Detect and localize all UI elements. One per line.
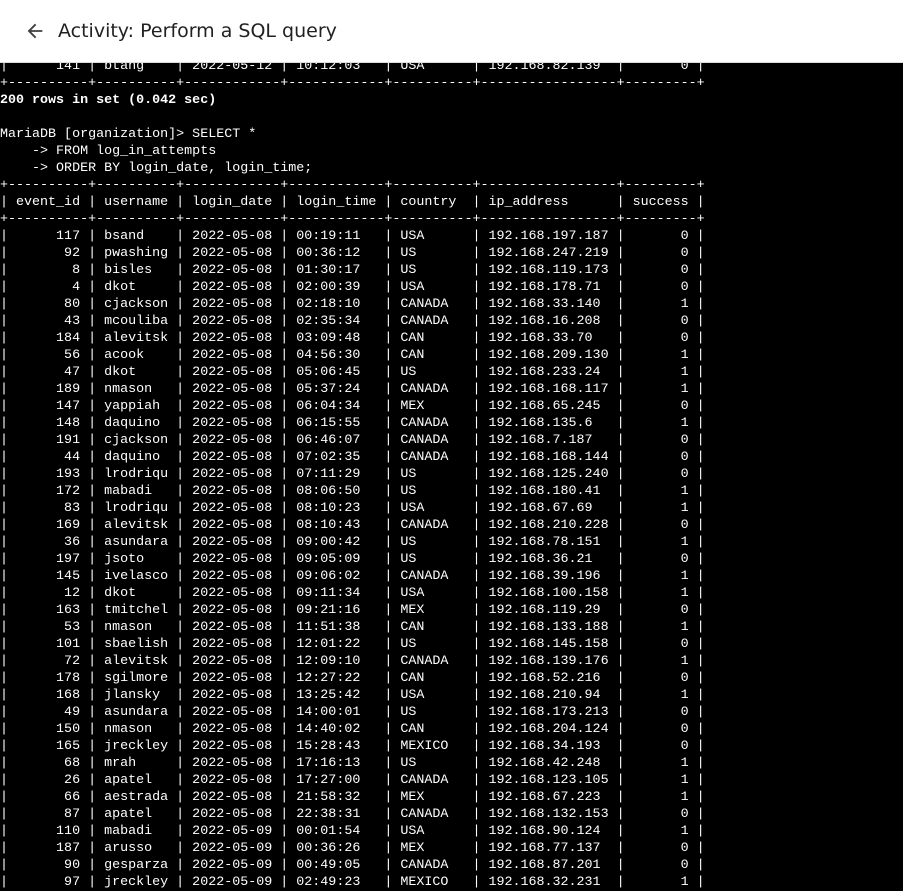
table-row: | 56 | acook | 2022-05-08 | 04:56:30 | C… xyxy=(0,348,705,363)
table-row: | 110 | mabadi | 2022-05-09 | 00:01:54 |… xyxy=(0,824,705,839)
table-row: | 187 | arusso | 2022-05-09 | 00:36:26 |… xyxy=(0,841,705,856)
page-title: Activity: Perform a SQL query xyxy=(58,20,337,42)
table-row: | 4 | dkot | 2022-05-08 | 02:00:39 | USA… xyxy=(0,280,705,295)
table-row: | 178 | sgilmore | 2022-05-08 | 12:27:22… xyxy=(0,671,705,686)
terminal-output[interactable]: | 141 | btang | 2022-05-12 | 10:12:03 | … xyxy=(0,63,903,891)
sql-query-line: -> FROM log_in_attempts xyxy=(0,144,217,159)
table-row: | 117 | bsand | 2022-05-08 | 00:19:11 | … xyxy=(0,229,705,244)
table-row: | 72 | alevitsk | 2022-05-08 | 12:09:10 … xyxy=(0,654,705,669)
table-row: | 68 | mrah | 2022-05-08 | 17:16:13 | US… xyxy=(0,756,705,771)
sql-query-line: -> ORDER BY login_date, login_time; xyxy=(0,161,313,176)
table-row: | 189 | nmason | 2022-05-08 | 05:37:24 |… xyxy=(0,382,705,397)
sql-query-line: MariaDB [organization]> SELECT * xyxy=(0,127,257,142)
arrow-left-icon[interactable] xyxy=(24,20,46,42)
table-row: | 66 | aestrada | 2022-05-08 | 21:58:32 … xyxy=(0,790,705,805)
table-row: | 44 | daquino | 2022-05-08 | 07:02:35 |… xyxy=(0,450,705,465)
table-row: | 97 | jreckley | 2022-05-09 | 02:49:23 … xyxy=(0,875,705,890)
table-row: | 36 | asundara | 2022-05-08 | 09:00:42 … xyxy=(0,535,705,550)
table-row: | 148 | daquino | 2022-05-08 | 06:15:55 … xyxy=(0,416,705,431)
table-row: | 53 | nmason | 2022-05-08 | 11:51:38 | … xyxy=(0,620,705,635)
table-row: | 90 | gesparza | 2022-05-09 | 00:49:05 … xyxy=(0,858,705,873)
table-row: | 26 | apatel | 2022-05-08 | 17:27:00 | … xyxy=(0,773,705,788)
table-row: | 191 | cjackson | 2022-05-08 | 06:46:07… xyxy=(0,433,705,448)
table-row: | 92 | pwashing | 2022-05-08 | 00:36:12 … xyxy=(0,246,705,261)
page-header: Activity: Perform a SQL query xyxy=(0,0,903,63)
table-row: | 87 | apatel | 2022-05-08 | 22:38:31 | … xyxy=(0,807,705,822)
table-row: | 83 | lrodriqu | 2022-05-08 | 08:10:23 … xyxy=(0,501,705,516)
table-row: | 43 | mcouliba | 2022-05-08 | 02:35:34 … xyxy=(0,314,705,329)
table-separator: +----------+----------+------------+----… xyxy=(0,212,705,227)
table-separator: +----------+----------+------------+----… xyxy=(0,76,705,91)
terminal-lines: | 141 | btang | 2022-05-12 | 10:12:03 | … xyxy=(0,63,705,891)
table-header-row: | event_id | username | login_date | log… xyxy=(0,195,705,210)
table-row: | 145 | ivelasco | 2022-05-08 | 09:06:02… xyxy=(0,569,705,584)
table-row: | 80 | cjackson | 2022-05-08 | 02:18:10 … xyxy=(0,297,705,312)
table-row: | 163 | tmitchel | 2022-05-08 | 09:21:16… xyxy=(0,603,705,618)
table-row: | 141 | btang | 2022-05-12 | 10:12:03 | … xyxy=(0,63,705,74)
table-row: | 12 | dkot | 2022-05-08 | 09:11:34 | US… xyxy=(0,586,705,601)
table-row: | 8 | bisles | 2022-05-08 | 01:30:17 | U… xyxy=(0,263,705,278)
table-row: | 165 | jreckley | 2022-05-08 | 15:28:43… xyxy=(0,739,705,754)
table-row: | 101 | sbaelish | 2022-05-08 | 12:01:22… xyxy=(0,637,705,652)
result-summary: 200 rows in set (0.042 sec) xyxy=(0,93,217,108)
table-row: | 168 | jlansky | 2022-05-08 | 13:25:42 … xyxy=(0,688,705,703)
table-row: | 150 | nmason | 2022-05-08 | 14:40:02 |… xyxy=(0,722,705,737)
table-row: | 184 | alevitsk | 2022-05-08 | 03:09:48… xyxy=(0,331,705,346)
table-row: | 193 | lrodriqu | 2022-05-08 | 07:11:29… xyxy=(0,467,705,482)
table-row: | 197 | jsoto | 2022-05-08 | 09:05:09 | … xyxy=(0,552,705,567)
table-row: | 169 | alevitsk | 2022-05-08 | 08:10:43… xyxy=(0,518,705,533)
table-row: | 47 | dkot | 2022-05-08 | 05:06:45 | US… xyxy=(0,365,705,380)
table-row: | 147 | yappiah | 2022-05-08 | 06:04:34 … xyxy=(0,399,705,414)
table-separator: +----------+----------+------------+----… xyxy=(0,178,705,193)
table-row: | 172 | mabadi | 2022-05-08 | 08:06:50 |… xyxy=(0,484,705,499)
table-row: | 49 | asundara | 2022-05-08 | 14:00:01 … xyxy=(0,705,705,720)
